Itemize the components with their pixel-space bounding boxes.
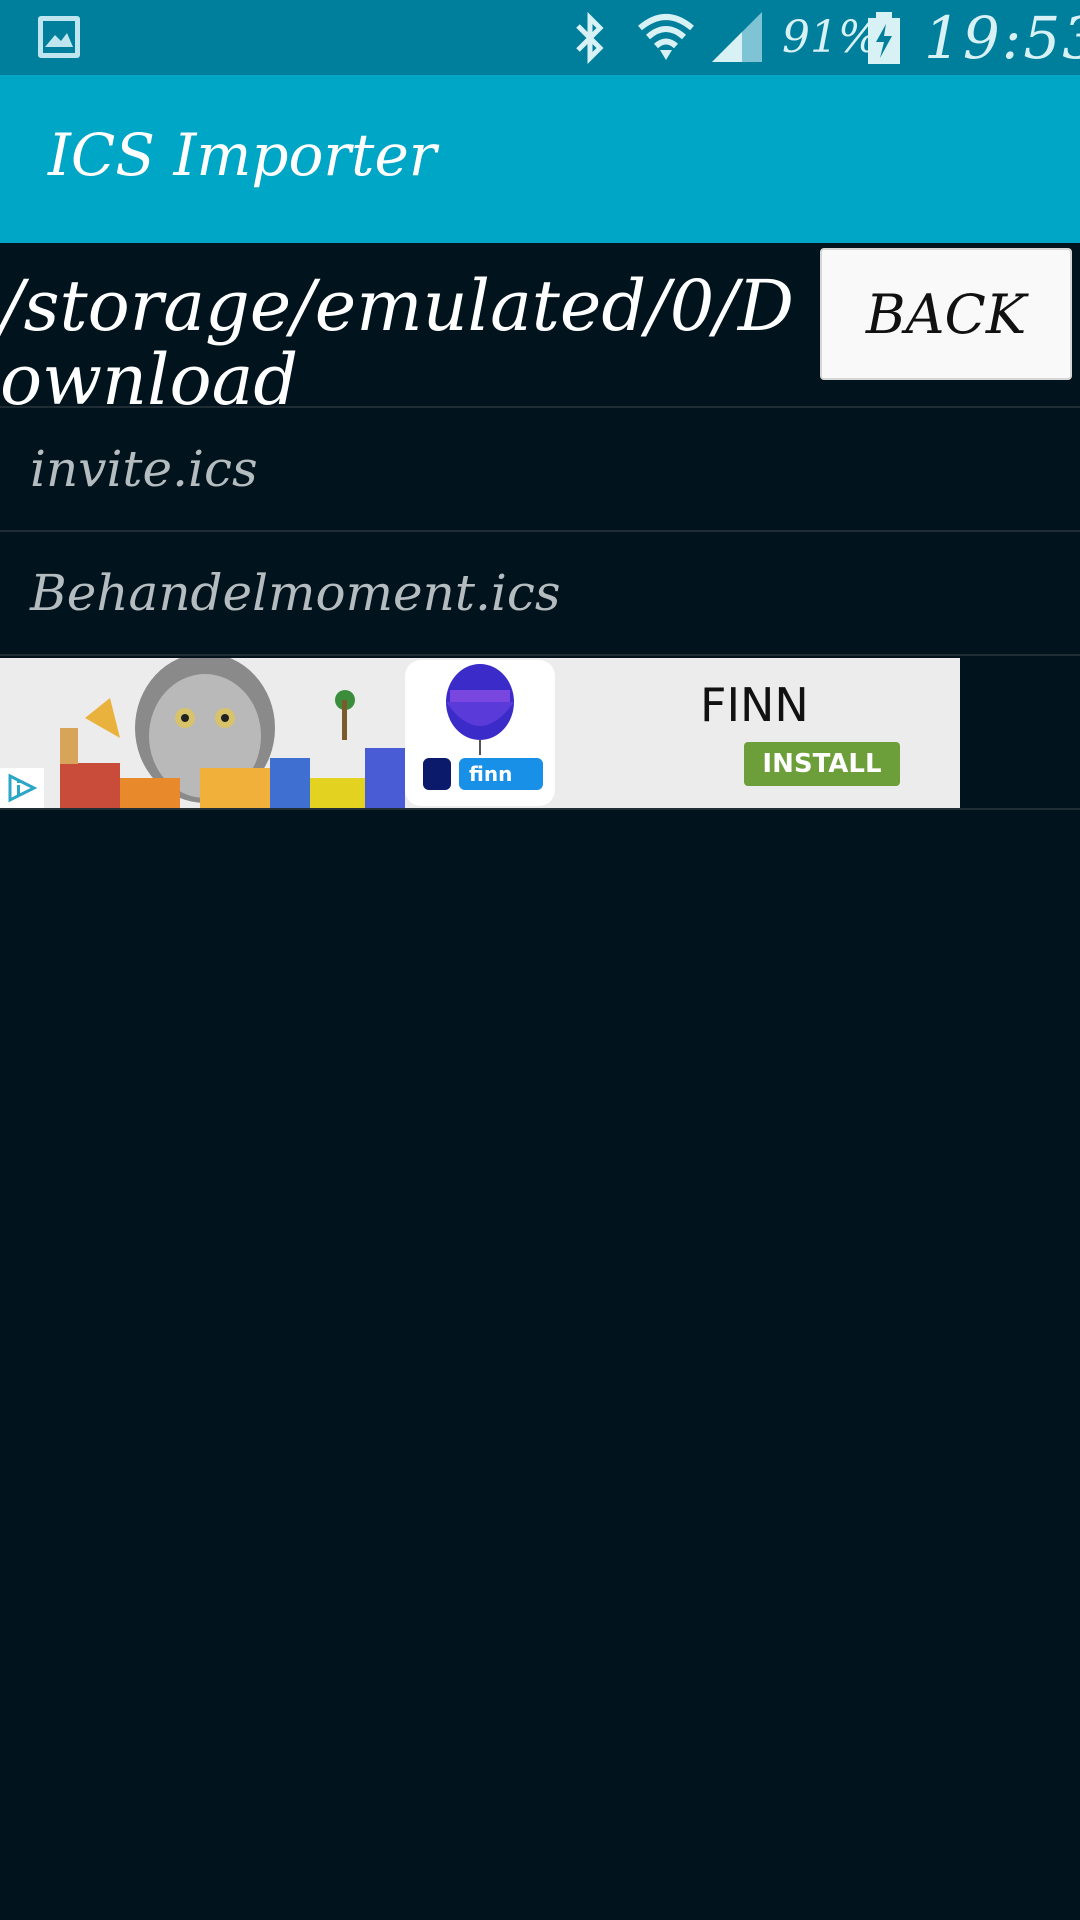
file-name: invite.ics bbox=[30, 440, 258, 498]
ad-artwork-image bbox=[0, 658, 405, 808]
path-row: /storage/emulated/0/Download BACK bbox=[0, 243, 1080, 408]
file-name: Behandelmoment.ics bbox=[30, 564, 561, 622]
finn-app-icon: finn bbox=[405, 660, 555, 806]
ad-banner[interactable]: finn FINN INSTALL bbox=[0, 658, 960, 808]
wifi-icon bbox=[638, 14, 694, 60]
status-bar: 91% 19:53 bbox=[0, 0, 1080, 75]
current-path: /storage/emulated/0/Download bbox=[0, 265, 794, 408]
action-bar: ICS Importer bbox=[0, 75, 1080, 243]
adchoices-icon[interactable] bbox=[0, 768, 44, 808]
file-item[interactable]: Behandelmoment.ics bbox=[0, 532, 1080, 656]
back-button[interactable]: BACK bbox=[820, 248, 1072, 380]
divider bbox=[0, 808, 1080, 810]
clock: 19:53 bbox=[924, 4, 1080, 72]
gallery-icon bbox=[38, 16, 80, 58]
app-title: ICS Importer bbox=[48, 121, 437, 189]
signal-icon bbox=[712, 12, 762, 62]
install-button[interactable]: INSTALL bbox=[744, 742, 900, 786]
file-item[interactable]: invite.ics bbox=[0, 408, 1080, 532]
ad-app-name: FINN bbox=[700, 678, 809, 732]
finn-logo-text: finn bbox=[469, 762, 512, 786]
bluetooth-icon bbox=[576, 12, 604, 64]
battery-charging-icon bbox=[868, 12, 900, 64]
